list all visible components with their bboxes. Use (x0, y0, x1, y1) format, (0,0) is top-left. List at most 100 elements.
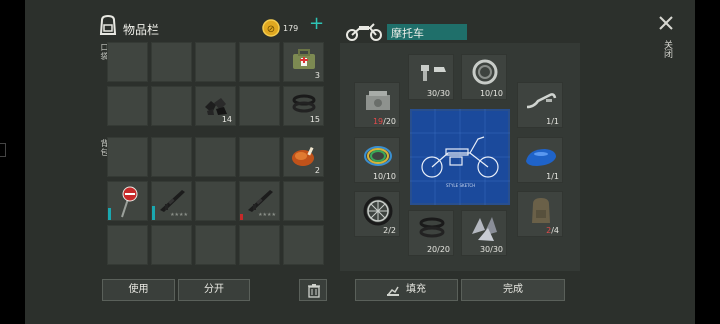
bolts-count: 30/30 (426, 89, 450, 98)
chicken-quantity: 2 (314, 166, 320, 175)
tires-quantity: 15 (309, 115, 320, 124)
inventory-slot[interactable] (107, 225, 148, 265)
rifle-icon (160, 190, 185, 212)
wires-icon (364, 146, 392, 166)
fuel-tank-icon (526, 149, 556, 166)
inventory-slot-coal[interactable]: 14 (195, 86, 236, 126)
backpack-icon (96, 14, 120, 36)
inventory-title: 物品栏 (123, 23, 160, 37)
side-notch (0, 143, 6, 157)
tire-icon (292, 94, 316, 113)
recipe-slot-fuel-tank[interactable]: 1/1 (517, 137, 563, 183)
metal-scraps-count: 30/30 (479, 245, 503, 254)
wheel-count: 2/2 (383, 226, 396, 235)
inventory-slot[interactable] (107, 86, 148, 126)
handlebar-count: 1/1 (546, 117, 559, 126)
blueprint-motorcycle-drawing (410, 109, 510, 205)
inventory-slot[interactable] (151, 137, 192, 177)
recipe-slot-wires[interactable]: 10/10 (354, 137, 400, 183)
inventory-slot[interactable] (151, 42, 192, 82)
inventory-slot[interactable] (195, 181, 236, 221)
recipe-slot-backpack[interactable]: 2/4 (517, 191, 563, 237)
durability-bar (152, 206, 155, 220)
bearing-icon (472, 59, 498, 85)
craft-title-banner: 摩托车 (387, 24, 467, 40)
blueprint-caption: STYLE SKETCH (446, 183, 476, 188)
gasket-icon (419, 217, 445, 238)
use-button[interactable]: 使用 (102, 279, 175, 301)
coal-quantity: 14 (221, 115, 232, 124)
recipe-slot-bolts[interactable]: 30/30 (408, 54, 454, 100)
trash-icon (308, 284, 320, 298)
inventory-slot[interactable] (239, 137, 280, 177)
durability-bar (240, 214, 243, 220)
backpack-item-icon (532, 198, 550, 223)
svg-text:⊘: ⊘ (267, 24, 275, 35)
inventory-slot[interactable] (283, 225, 324, 265)
motorcycle-icon (344, 20, 384, 42)
engine-have: 19 (372, 117, 384, 126)
close-icon (659, 16, 673, 30)
inventory-slot[interactable] (151, 225, 192, 265)
close-button[interactable] (656, 13, 676, 33)
bolt-icon (421, 65, 446, 81)
fuel-tank-count: 1/1 (546, 172, 559, 181)
rifle-stars: ★★★★ (170, 212, 188, 218)
inventory-slot[interactable] (107, 137, 148, 177)
rifle-stars: ★★★★ (258, 212, 276, 218)
engine-need: /20 (383, 117, 396, 126)
bearing-count: 10/10 (479, 89, 503, 98)
inventory-slot[interactable] (283, 181, 324, 221)
coal-icon (205, 98, 227, 115)
backpack-count: 2/4 (546, 226, 559, 235)
inventory-slot-medkit[interactable]: 3 (283, 42, 324, 82)
motorcycle-blueprint: STYLE SKETCH (410, 109, 510, 205)
fill-hand-icon (387, 286, 399, 296)
inventory-slot[interactable] (107, 42, 148, 82)
trash-button[interactable] (299, 279, 327, 301)
close-label: 关闭 (662, 40, 672, 58)
inventory-slot-sign[interactable] (107, 181, 148, 221)
inventory-slot-rifle[interactable]: ★★★★ (151, 181, 192, 221)
wheel-icon (363, 196, 393, 226)
inventory-slot[interactable] (195, 137, 236, 177)
coin-count: 179 (283, 24, 299, 33)
inventory-slot[interactable] (239, 42, 280, 82)
coin-icon: ⊘ (262, 19, 280, 37)
inventory-slot-tires[interactable]: 15 (283, 86, 324, 126)
backpack-need: /4 (551, 226, 559, 235)
medkit-icon (293, 49, 315, 69)
durability-bar (108, 208, 111, 220)
medkit-quantity: 3 (314, 71, 320, 80)
inventory-slot[interactable] (195, 225, 236, 265)
done-button[interactable]: 完成 (461, 279, 565, 301)
inventory-slot-chicken[interactable]: 2 (283, 137, 324, 177)
metal-scrap-icon (472, 217, 497, 241)
handlebar-icon (526, 93, 557, 109)
fill-button[interactable]: 填充 (355, 279, 458, 301)
recipe-slot-wheel[interactable]: 2/2 (354, 191, 400, 237)
inventory-grid: 3 14 15 2 ★★★★ ★★★★ (107, 42, 329, 272)
inventory-slot[interactable] (239, 86, 280, 126)
engine-count: 19/20 (373, 117, 396, 126)
inventory-slot[interactable] (195, 42, 236, 82)
rifle-icon (248, 190, 273, 212)
recipe-slot-bearing[interactable]: 10/10 (461, 54, 507, 100)
add-coins-button[interactable]: + (309, 15, 324, 33)
craft-title: 摩托车 (391, 27, 424, 40)
recipe-slot-metal-scraps[interactable]: 30/30 (461, 210, 507, 256)
left-screen-edge (0, 0, 25, 324)
stop-sign-weapon-icon (121, 186, 138, 218)
recipe-slot-gaskets[interactable]: 20/20 (408, 210, 454, 256)
fill-label: 填充 (406, 284, 426, 295)
split-button[interactable]: 分开 (178, 279, 250, 301)
recipe-slot-handlebar[interactable]: 1/1 (517, 82, 563, 128)
inventory-slot-rifle[interactable]: ★★★★ (239, 181, 280, 221)
right-screen-edge (695, 0, 720, 324)
inventory-slot[interactable] (239, 225, 280, 265)
inventory-slot[interactable] (151, 86, 192, 126)
wires-count: 10/10 (372, 172, 396, 181)
recipe-slot-engine[interactable]: 19/20 (354, 82, 400, 128)
gaskets-count: 20/20 (426, 245, 450, 254)
engine-icon (366, 91, 390, 110)
